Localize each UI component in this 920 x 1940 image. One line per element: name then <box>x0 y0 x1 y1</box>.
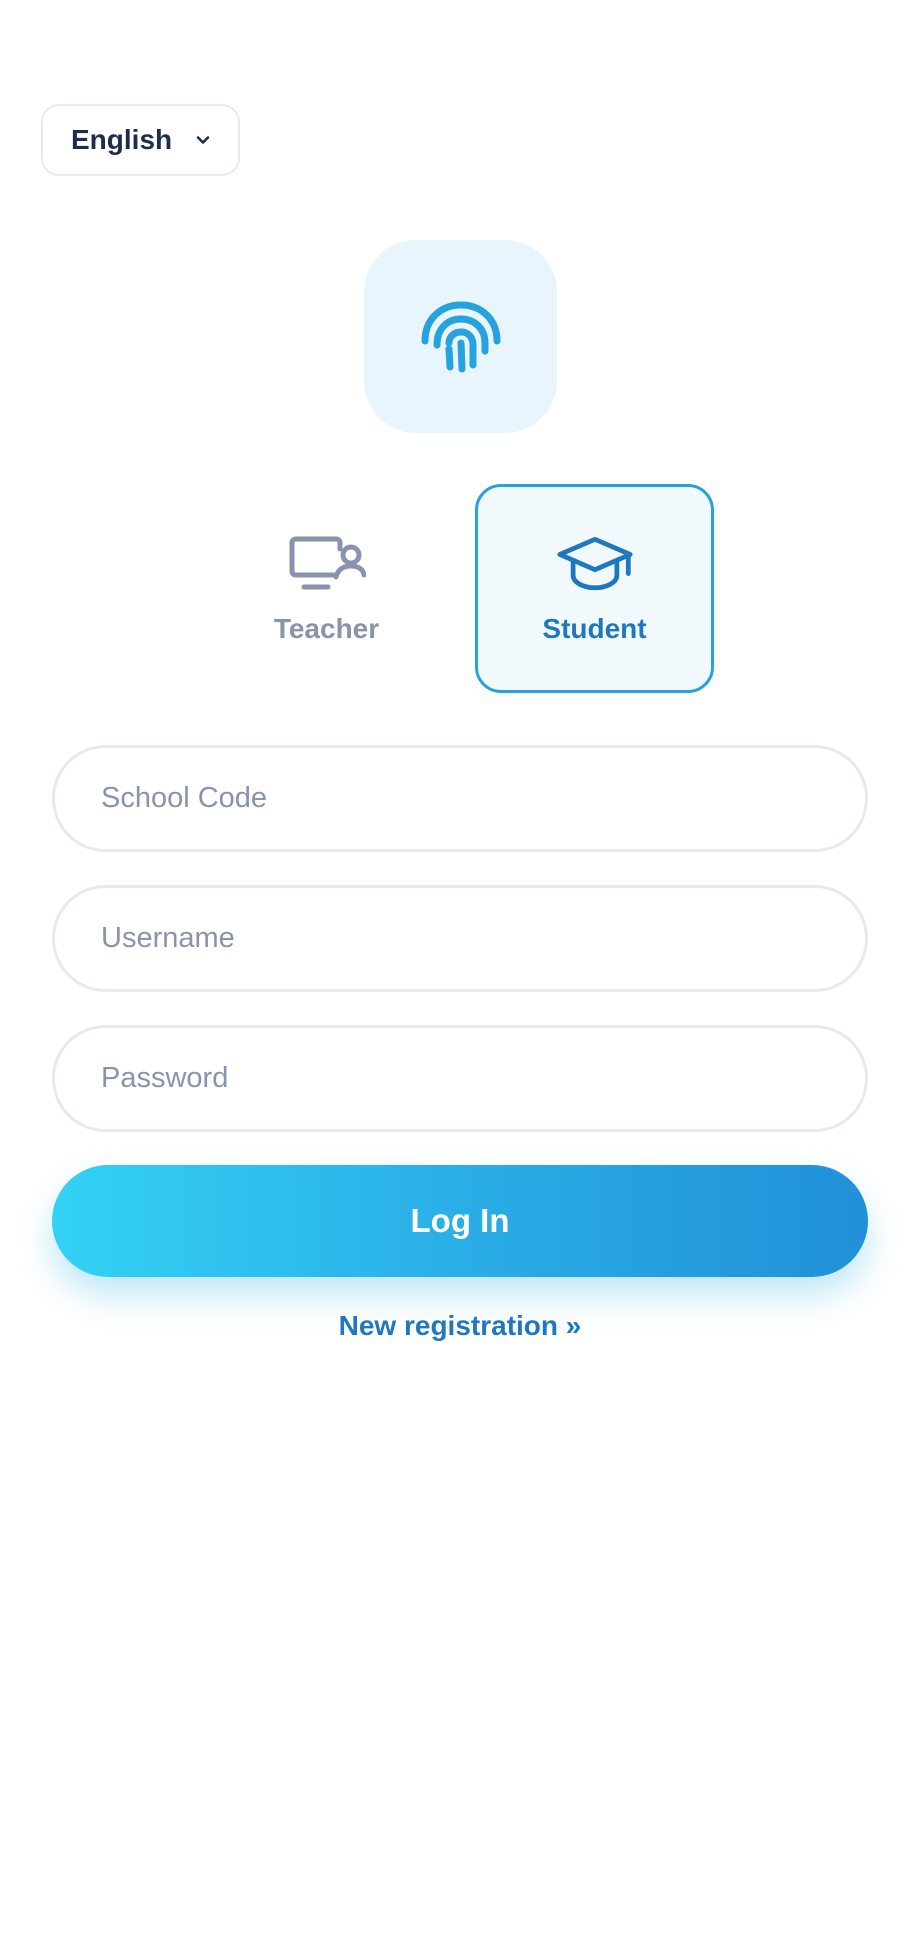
chevron-down-icon <box>194 131 212 149</box>
school-code-field <box>52 745 868 852</box>
graduation-cap-icon <box>556 533 634 595</box>
role-option-student[interactable]: Student <box>475 484 714 693</box>
school-code-input[interactable] <box>99 781 821 816</box>
username-input[interactable] <box>99 921 821 956</box>
login-screen: English Teacher Student School Code User… <box>0 0 920 1940</box>
login-button[interactable]: Log In <box>52 1165 868 1277</box>
app-logo <box>364 240 557 433</box>
role-label-teacher: Teacher <box>273 612 380 644</box>
password-input[interactable] <box>99 1061 821 1096</box>
role-option-teacher[interactable]: Teacher <box>207 484 446 693</box>
teacher-screen-icon <box>288 533 366 595</box>
fingerprint-icon <box>421 300 500 372</box>
language-selected-label: English <box>71 124 173 155</box>
password-field <box>52 1025 868 1132</box>
role-label-student: Student <box>542 612 647 644</box>
role-switcher: Teacher Student <box>0 484 920 693</box>
new-registration-link[interactable]: New registration » <box>0 1310 920 1342</box>
language-selector[interactable]: English <box>41 104 240 176</box>
username-field <box>52 885 868 992</box>
